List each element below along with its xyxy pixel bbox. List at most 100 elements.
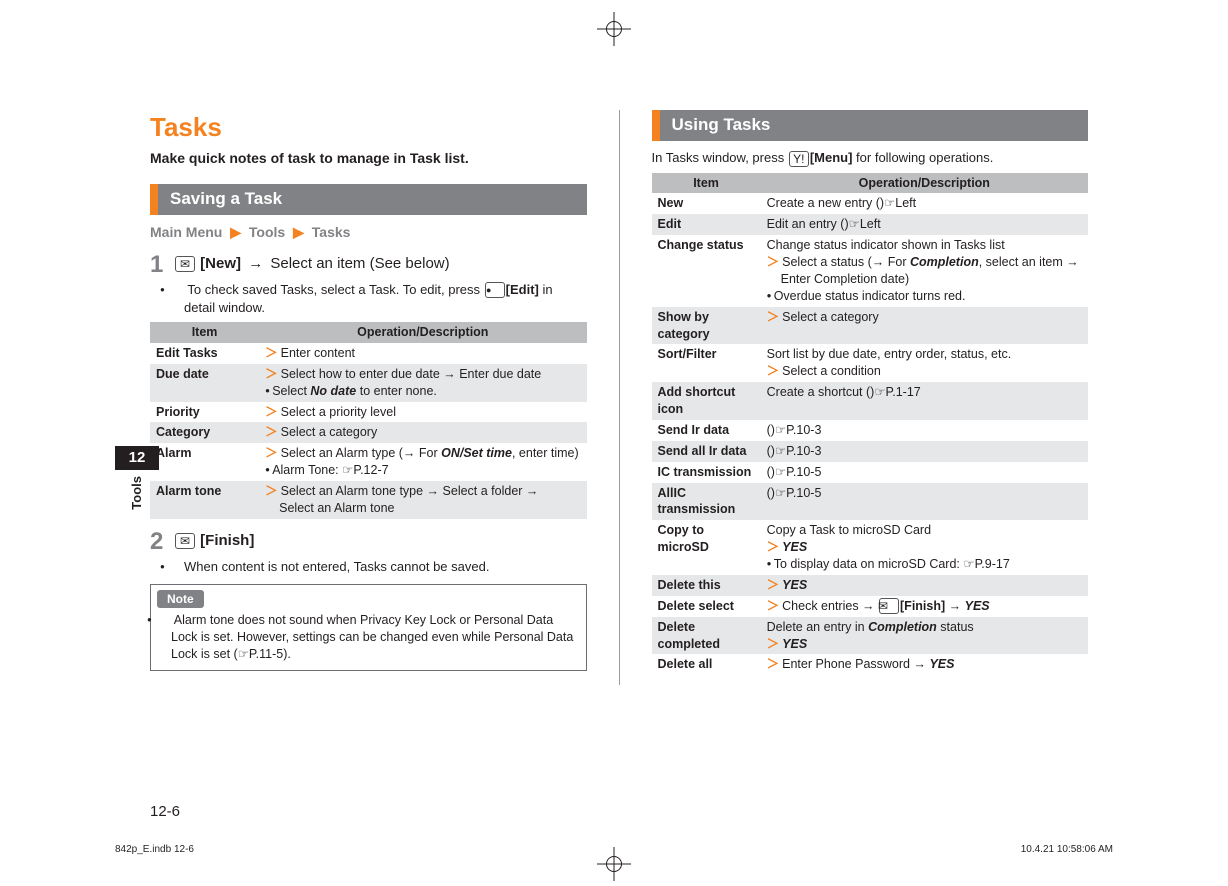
item-cell: Alarm tone <box>150 481 259 519</box>
desc-line: ()☞P.10-5 <box>767 485 1082 502</box>
item-cell: IC transmission <box>652 462 761 483</box>
chevron-icon: ＞ <box>265 405 278 419</box>
softkey-finish: [Finish] <box>200 532 254 549</box>
step-2: 2 ✉ [Finish] <box>150 529 587 554</box>
breadcrumb-sep-icon: ▶ <box>230 224 241 240</box>
yahoo-key-icon: Y! <box>789 151 809 167</box>
desc-line: Create a new entry ()☞Left <box>767 195 1082 212</box>
desc-line: ＞Select a condition <box>767 363 1082 380</box>
desc-cell: Sort list by due date, entry order, stat… <box>761 344 1088 382</box>
desc-line: ＞YES <box>767 577 1082 594</box>
table-row: Delete this＞YES <box>652 575 1089 596</box>
desc-cell: ()☞P.10-5 <box>761 462 1088 483</box>
desc-cell: Copy a Task to microSD Card＞YES● To disp… <box>761 520 1088 575</box>
right-column: Using Tasks In Tasks window, press Y![Me… <box>652 110 1089 685</box>
page-ref: ☞P.11-5 <box>238 647 284 661</box>
chevron-icon: ＞ <box>767 657 780 671</box>
page: 12 Tools Tasks Make quick notes of task … <box>0 0 1228 886</box>
desc-line: ()☞P.10-3 <box>767 443 1082 460</box>
table-row: Alarm tone＞Select an Alarm tone type → S… <box>150 481 587 519</box>
footer-left: 842p_E.indb 12-6 <box>115 843 194 857</box>
desc-line: Select an Alarm tone <box>265 500 580 517</box>
emphasis: YES <box>929 657 954 671</box>
chevron-icon: ＞ <box>767 540 780 554</box>
breadcrumb-tools: Tools <box>249 224 285 240</box>
desc-cell: Create a new entry ()☞Left <box>761 193 1088 214</box>
table-row: Show by category＞Select a category <box>652 307 1089 345</box>
chevron-icon: ＞ <box>265 484 278 498</box>
item-cell: Priority <box>150 402 259 423</box>
softkey-edit: [Edit] <box>506 282 539 297</box>
desc-line: ＞Select a status (→ For Completion, sele… <box>767 254 1082 271</box>
page-ref: ☞P.12-7 <box>342 463 388 477</box>
table-row: Delete select＞Check entries → ✉[Finish] … <box>652 596 1089 617</box>
table-row: Sort/Filter Sort list by due date, entry … <box>652 344 1089 382</box>
desc-line: Enter Completion date) <box>767 271 1082 288</box>
desc-line: ＞Check entries → ✉[Finish] → YES <box>767 598 1082 615</box>
item-cell: New <box>652 193 761 214</box>
desc-cell: Edit an entry ()☞Left <box>761 214 1088 235</box>
desc-line: ＞Select an Alarm type (→ For ON/Set time… <box>265 445 580 462</box>
page-ref: ☞P.10-3 <box>775 423 821 437</box>
table-row: Delete all＞Enter Phone Password → YES <box>652 654 1089 675</box>
item-cell: Copy to microSD <box>652 520 761 575</box>
desc-cell: ＞Select a category <box>259 422 586 443</box>
desc-line: Sort list by due date, entry order, stat… <box>767 346 1082 363</box>
chevron-icon: ＞ <box>767 599 780 613</box>
breadcrumb: Main Menu ▶ Tools ▶ Tasks <box>150 223 587 242</box>
step-1: 1 ✉ [New] → Select an item (See below) <box>150 252 587 277</box>
table-row: Edit Tasks＞Enter content <box>150 343 587 364</box>
using-tasks-table: Item Operation/Description New Create a n… <box>652 173 1089 676</box>
desc-line: Copy a Task to microSD Card <box>767 522 1082 539</box>
chevron-icon: ＞ <box>767 364 780 378</box>
chapter-label: Tools <box>128 476 146 510</box>
item-cell: Change status <box>652 235 761 307</box>
chevron-icon: ＞ <box>265 367 278 381</box>
desc-cell: Create a shortcut ()☞P.1-17 <box>761 382 1088 420</box>
chevron-icon: ＞ <box>767 310 780 324</box>
note-label: Note <box>157 590 204 608</box>
step-1-tail: Select an item (See below) <box>270 255 449 272</box>
note-text: Alarm tone does not sound when Privacy K… <box>159 612 578 663</box>
desc-line: ● Select No date to enter none. <box>265 383 580 400</box>
col-header-item: Item <box>652 173 761 194</box>
note-box: Note Alarm tone does not sound when Priv… <box>150 584 587 672</box>
softkey: [Finish] <box>900 599 945 613</box>
desc-cell: ＞Check entries → ✉[Finish] → YES <box>761 596 1088 617</box>
chapter-number: 12 <box>115 446 159 470</box>
page-subtitle: Make quick notes of task to manage in Ta… <box>150 149 587 168</box>
page-ref: ☞Left <box>884 196 916 210</box>
breadcrumb-sep-icon: ▶ <box>293 224 304 240</box>
desc-line: ＞Select a priority level <box>265 404 580 421</box>
item-cell: Delete all <box>652 654 761 675</box>
left-column: Tasks Make quick notes of task to manage… <box>150 110 587 685</box>
chevron-icon: ＞ <box>265 346 278 360</box>
desc-line: ＞YES <box>767 539 1082 556</box>
desc-cell: ()☞P.10-3 <box>761 441 1088 462</box>
chevron-icon: ＞ <box>767 637 780 651</box>
table-row: Change statusChange status indicator sho… <box>652 235 1089 307</box>
table-row: Send Ir data()☞P.10-3 <box>652 420 1089 441</box>
desc-cell: ＞Enter content <box>259 343 586 364</box>
table-row: Copy to microSDCopy a Task to microSD Ca… <box>652 520 1089 575</box>
step-2-body: ✉ [Finish] <box>174 529 587 551</box>
desc-cell: ＞Select a priority level <box>259 402 586 423</box>
desc-line: ()☞P.10-5 <box>767 464 1082 481</box>
table-header-row: Item Operation/Description <box>150 322 587 343</box>
page-ref: ☞P.9-17 <box>963 557 1009 571</box>
col-header-desc: Operation/Description <box>259 322 586 343</box>
desc-cell: ＞Select an Alarm tone type → Select a fo… <box>259 481 586 519</box>
desc-cell: ＞Select a category <box>761 307 1088 345</box>
item-cell: Sort/Filter <box>652 344 761 382</box>
key-icon: ✉ <box>879 598 899 614</box>
item-cell: Send all Ir data <box>652 441 761 462</box>
page-ref: ☞P.10-5 <box>775 486 821 500</box>
desc-cell: ＞Enter Phone Password → YES <box>761 654 1088 675</box>
item-cell: Show by category <box>652 307 761 345</box>
softkey-new: [New] <box>200 255 241 272</box>
page-number: 12-6 <box>150 802 180 822</box>
col-header-desc: Operation/Description <box>761 173 1088 194</box>
center-key-icon: ● <box>485 282 505 298</box>
table-row: New Create a new entry ()☞Left <box>652 193 1089 214</box>
desc-cell: ＞Select an Alarm type (→ For ON/Set time… <box>259 443 586 481</box>
